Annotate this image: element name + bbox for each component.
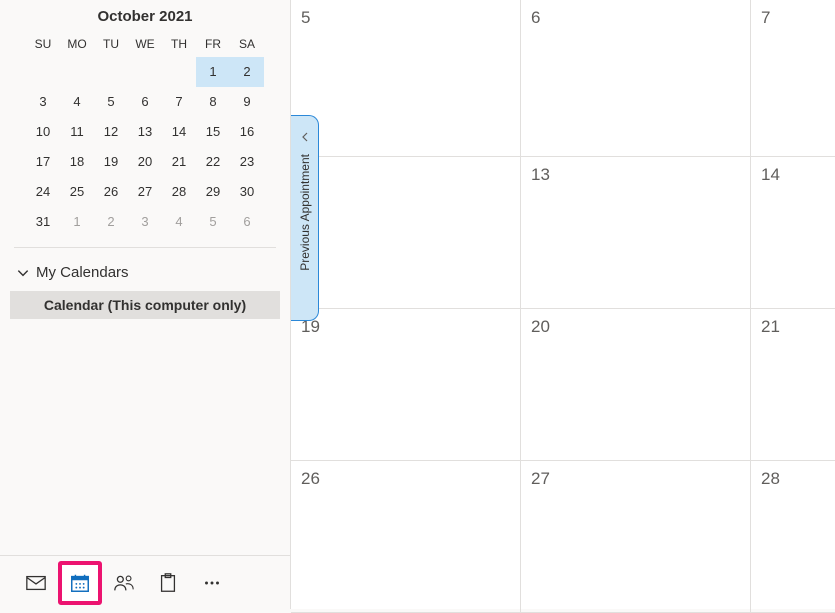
mini-calendar-day[interactable]: 15 [196, 117, 230, 147]
mini-calendar-day[interactable]: 13 [128, 117, 162, 147]
calendar-group-header[interactable]: My Calendars [0, 248, 290, 289]
chevron-down-icon [16, 266, 30, 280]
chevron-left-icon [300, 132, 310, 142]
mini-calendar-day[interactable]: 31 [26, 207, 60, 237]
mini-calendar-day[interactable]: 22 [196, 147, 230, 177]
mini-calendar-day[interactable]: 5 [196, 207, 230, 237]
calendar-icon [69, 572, 91, 594]
mini-calendar-day[interactable]: 6 [128, 87, 162, 117]
tasks-nav-button[interactable] [146, 561, 190, 605]
mini-calendar-day[interactable]: 27 [128, 177, 162, 207]
mini-calendar-title[interactable]: October 2021 [4, 4, 286, 31]
mini-calendar-day[interactable]: 20 [128, 147, 162, 177]
mini-calendar-day [60, 57, 94, 87]
mini-calendar-day[interactable]: 5 [94, 87, 128, 117]
month-cell[interactable]: 20 [521, 309, 751, 460]
mini-calendar: October 2021 SUMOTUWETHFRSA1234567891011… [0, 0, 290, 248]
month-cell[interactable]: 14 [751, 157, 835, 308]
month-cell[interactable]: 28 [751, 461, 835, 612]
mini-calendar-day[interactable]: 19 [94, 147, 128, 177]
mini-calendar-day[interactable]: 7 [162, 87, 196, 117]
clipboard-icon [157, 572, 179, 594]
calendar-sidebar: October 2021 SUMOTUWETHFRSA1234567891011… [0, 0, 290, 609]
mini-calendar-day[interactable]: 9 [230, 87, 264, 117]
month-row: 262728 [291, 461, 835, 613]
mini-calendar-day[interactable]: 14 [162, 117, 196, 147]
mini-calendar-day[interactable]: 24 [26, 177, 60, 207]
mini-calendar-dow: FR [196, 31, 230, 57]
month-cell[interactable]: 7 [751, 0, 835, 156]
people-icon [113, 572, 135, 594]
mini-calendar-day [94, 57, 128, 87]
mini-calendar-day[interactable]: 10 [26, 117, 60, 147]
mini-calendar-day[interactable]: 2 [94, 207, 128, 237]
people-nav-button[interactable] [102, 561, 146, 605]
month-row: 192021 [291, 309, 835, 461]
mini-calendar-day[interactable]: 4 [60, 87, 94, 117]
mini-calendar-dow: MO [60, 31, 94, 57]
mini-calendar-day[interactable]: 1 [196, 57, 230, 87]
ellipsis-icon [201, 572, 223, 594]
month-cell[interactable]: 19 [291, 309, 521, 460]
mini-calendar-dow: SU [26, 31, 60, 57]
mini-calendar-dow: WE [128, 31, 162, 57]
mini-calendar-day[interactable]: 11 [60, 117, 94, 147]
mini-calendar-day[interactable]: 3 [128, 207, 162, 237]
mini-calendar-dow: TU [94, 31, 128, 57]
mini-calendar-day[interactable]: 2 [230, 57, 264, 87]
month-row: 567 [291, 0, 835, 157]
month-view: 5671314192021262728 Previous Appointment [290, 0, 835, 609]
mini-calendar-day [162, 57, 196, 87]
previous-appointment-label: Previous Appointment [298, 154, 312, 271]
mini-calendar-day[interactable]: 21 [162, 147, 196, 177]
month-cell[interactable]: 13 [521, 157, 751, 308]
mail-icon [25, 572, 47, 594]
month-cell[interactable]: 6 [521, 0, 751, 156]
calendar-group-label: My Calendars [36, 264, 129, 281]
mini-calendar-day[interactable]: 16 [230, 117, 264, 147]
mini-calendar-day[interactable]: 4 [162, 207, 196, 237]
mini-calendar-day[interactable]: 26 [94, 177, 128, 207]
mini-calendar-day [26, 57, 60, 87]
calendar-nav-button[interactable] [58, 561, 102, 605]
mini-calendar-day[interactable]: 8 [196, 87, 230, 117]
mini-calendar-day[interactable]: 25 [60, 177, 94, 207]
mail-nav-button[interactable] [14, 561, 58, 605]
calendar-list-item[interactable]: Calendar (This computer only) [10, 291, 280, 319]
mini-calendar-day[interactable]: 12 [94, 117, 128, 147]
mini-calendar-grid: SUMOTUWETHFRSA12345678910111213141516171… [4, 31, 286, 237]
mini-calendar-day[interactable]: 3 [26, 87, 60, 117]
previous-appointment-tab[interactable]: Previous Appointment [291, 115, 319, 321]
module-nav [0, 555, 290, 609]
mini-calendar-day[interactable]: 23 [230, 147, 264, 177]
month-cell[interactable] [291, 157, 521, 308]
mini-calendar-dow: TH [162, 31, 196, 57]
month-cell[interactable]: 5 [291, 0, 521, 156]
month-cell[interactable]: 26 [291, 461, 521, 612]
mini-calendar-day [128, 57, 162, 87]
mini-calendar-day[interactable]: 6 [230, 207, 264, 237]
mini-calendar-dow: SA [230, 31, 264, 57]
mini-calendar-day[interactable]: 1 [60, 207, 94, 237]
mini-calendar-day[interactable]: 28 [162, 177, 196, 207]
month-cell[interactable]: 21 [751, 309, 835, 460]
mini-calendar-day[interactable]: 29 [196, 177, 230, 207]
month-row: 1314 [291, 157, 835, 309]
mini-calendar-day[interactable]: 17 [26, 147, 60, 177]
mini-calendar-day[interactable]: 18 [60, 147, 94, 177]
mini-calendar-day[interactable]: 30 [230, 177, 264, 207]
month-cell[interactable]: 27 [521, 461, 751, 612]
more-nav-button[interactable] [190, 561, 234, 605]
